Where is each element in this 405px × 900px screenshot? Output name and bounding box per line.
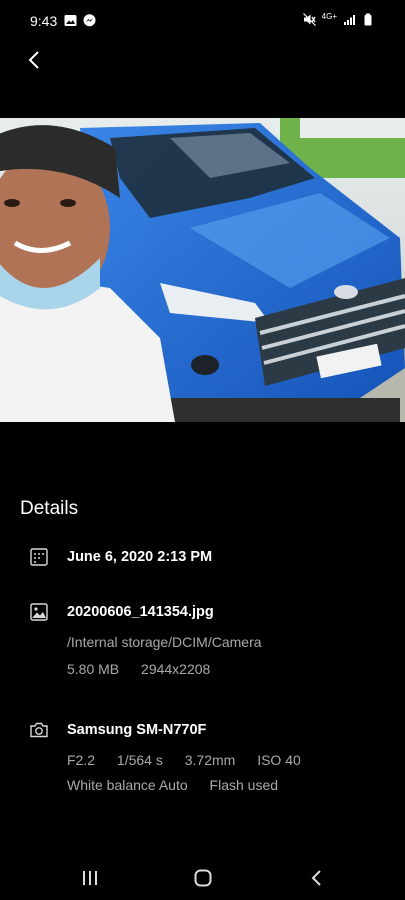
mute-icon — [302, 13, 316, 26]
details-title: Details — [20, 498, 79, 519]
white-balance: White balance Auto — [67, 777, 188, 793]
aperture: F2.2 — [67, 752, 96, 768]
4g-plus-icon: 4G+ — [321, 12, 337, 21]
status-left-icons — [64, 14, 96, 27]
recents-button[interactable] — [78, 866, 102, 890]
messenger-icon — [83, 14, 96, 27]
file-name: 20200606_141354.jpg — [67, 604, 214, 620]
camera-settings: F2.2 1/564 s 3.72mm ISO 40 — [67, 752, 319, 768]
focal-length: 3.72mm — [184, 752, 236, 768]
nav-back-button[interactable] — [305, 866, 329, 890]
camera-model: Samsung SM-N770F — [67, 722, 207, 738]
home-button[interactable] — [191, 866, 215, 890]
date-value: June 6, 2020 2:13 PM — [67, 549, 213, 565]
back-icon — [311, 870, 321, 886]
back-button[interactable] — [22, 48, 46, 72]
file-resolution: 2944x2208 — [141, 661, 211, 677]
status-right-icons: 4G+ — [302, 12, 375, 26]
file-meta: 5.80 MB 2944x2208 — [67, 661, 228, 677]
file-path[interactable]: /Internal storage/DCIM/Camera — [67, 634, 262, 650]
photo[interactable] — [0, 118, 405, 422]
file-size: 5.80 MB — [67, 661, 120, 677]
camera-extra: White balance Auto Flash used — [67, 777, 296, 793]
signal-icon — [344, 15, 355, 25]
chevron-left-icon — [28, 51, 39, 69]
navigation-bar — [0, 852, 405, 900]
battery-icon — [364, 13, 372, 26]
photo-image — [0, 118, 405, 422]
gallery-notification-icon — [64, 15, 77, 26]
status-bar: 9:43 4G+ — [0, 0, 405, 42]
calendar-icon — [30, 548, 48, 566]
flash: Flash used — [209, 777, 279, 793]
shutter-speed: 1/564 s — [116, 752, 163, 768]
camera-icon — [30, 722, 48, 738]
home-icon — [194, 869, 212, 887]
recents-icon — [83, 871, 97, 885]
iso: ISO 40 — [257, 752, 301, 768]
image-icon — [30, 603, 48, 621]
status-time: 9:43 — [30, 13, 58, 29]
